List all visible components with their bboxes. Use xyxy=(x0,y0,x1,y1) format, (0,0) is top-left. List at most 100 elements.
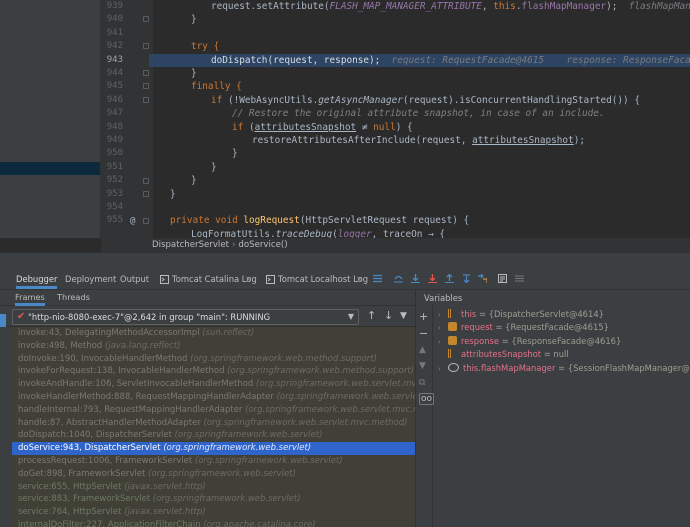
tab-frames[interactable]: Frames xyxy=(15,290,45,306)
frame-package: (org.springframework.web.servlet) xyxy=(152,494,301,505)
move-down-icon[interactable]: ▼ xyxy=(419,361,426,371)
fold-marker[interactable] xyxy=(143,43,149,49)
frame-package: (javax.servlet.http) xyxy=(124,507,206,518)
evaluate-expression-icon[interactable] xyxy=(498,274,507,283)
stack-frame[interactable]: invokeForRequest:138, InvocableHandlerMe… xyxy=(12,365,415,378)
stack-frame[interactable]: handleInternal:793, RequestMappingHandle… xyxy=(12,404,415,417)
line-number: 948 xyxy=(106,121,123,132)
step-out-icon[interactable] xyxy=(445,274,454,283)
variable-row[interactable]: › request = {RequestFacade@4615} xyxy=(438,321,609,334)
code-line-939: request.setAttribute(FLASH_MAP_MANAGER_A… xyxy=(211,1,690,12)
frame-method: doGet:898, FrameworkServlet xyxy=(18,468,146,479)
chevron-right-icon[interactable]: › xyxy=(438,363,448,376)
close-icon[interactable]: × xyxy=(245,269,252,289)
stack-frame[interactable]: internalDoFilter:227, ApplicationFilterC… xyxy=(12,519,415,527)
stack-frame[interactable]: invokeAndHandle:106, ServletInvocableHan… xyxy=(12,378,415,391)
duplicate-icon[interactable]: ⧉ xyxy=(419,378,425,388)
add-watch-icon[interactable]: + xyxy=(419,310,428,323)
show-watches-icon[interactable]: oo xyxy=(419,393,435,405)
frame-method: service:655, HttpServlet xyxy=(18,481,122,492)
breadcrumb-separator: › xyxy=(231,240,236,250)
frame-method: processRequest:1006, FrameworkServlet xyxy=(18,456,193,466)
chevron-right-icon[interactable]: › xyxy=(438,309,448,322)
breadcrumb-class[interactable]: DispatcherServlet xyxy=(152,240,229,250)
chevron-right-icon[interactable]: › xyxy=(438,336,448,349)
tab-debugger[interactable]: Debugger xyxy=(16,269,58,289)
fold-marker[interactable] xyxy=(143,16,149,22)
variable-row[interactable]: › this = {DispatcherServlet@4614} xyxy=(438,308,604,321)
code-line-950: } xyxy=(232,148,238,160)
parameter-icon xyxy=(448,322,457,332)
stack-frame[interactable]: processRequest:1006, FrameworkServlet (o… xyxy=(12,455,415,468)
breadcrumb: DispatcherServlet › doService() xyxy=(101,238,690,252)
force-step-into-icon[interactable] xyxy=(428,274,437,283)
variable-value: = {DispatcherServlet@4614} xyxy=(476,309,604,319)
frame-package: (javax.servlet.http) xyxy=(124,481,206,492)
variable-name: response xyxy=(461,335,500,346)
move-up-icon[interactable]: ▲ xyxy=(419,345,426,355)
trace-icon[interactable] xyxy=(515,274,524,283)
variable-row[interactable]: › response = {ResponseFacade@4616} xyxy=(438,335,621,348)
frame-package: (org.springframework.web.servlet) xyxy=(148,468,296,479)
stack-frame[interactable]: doInvoke:190, InvocableHandlerMethod (or… xyxy=(12,353,415,366)
fold-marker[interactable] xyxy=(143,70,149,76)
stack-frame[interactable]: service:764, HttpServlet (javax.servlet.… xyxy=(12,506,415,519)
stack-frame[interactable]: service:655, HttpServlet (javax.servlet.… xyxy=(12,481,415,494)
thread-selector[interactable]: ✔ "http-nio-8080-exec-7"@2,642 in group … xyxy=(12,309,359,325)
frame-method: service:883, FrameworkServlet xyxy=(18,494,151,505)
tab-deployment[interactable]: Deployment xyxy=(65,269,116,289)
chevron-right-icon[interactable]: › xyxy=(438,322,448,335)
frame-method: invoke:43, DelegatingMethodAccessorImpl xyxy=(18,328,200,338)
variable-row[interactable]: › this.flashMapManager = {SessionFlashMap… xyxy=(438,362,690,375)
fold-marker[interactable] xyxy=(143,83,149,89)
stack-frame[interactable]: handle:87, AbstractHandlerMethodAdapter … xyxy=(12,417,415,430)
menu-icon[interactable] xyxy=(373,274,382,283)
code-line-947: // Restore the original attribute snapsh… xyxy=(232,108,605,120)
tab-tomcat-localhost-log[interactable]: Tomcat Localhost Log xyxy=(278,269,368,289)
fold-marker[interactable] xyxy=(143,97,149,103)
fold-marker[interactable] xyxy=(143,178,149,184)
stack-frame[interactable]: doService:943, DispatcherServlet (org.sp… xyxy=(12,442,415,455)
tool-window-divider[interactable] xyxy=(0,252,690,269)
line-number: 943 xyxy=(106,54,123,65)
line-number: 949 xyxy=(106,135,123,145)
variable-row[interactable]: attributesSnapshot = null xyxy=(438,348,569,361)
stack-frame[interactable]: doDispatch:1040, DispatcherServlet (org.… xyxy=(12,429,415,442)
frame-method: doService:943, DispatcherServlet xyxy=(18,443,161,454)
code-line-949: restoreAttributesAfterInclude(request, a… xyxy=(252,135,586,146)
fold-marker[interactable] xyxy=(143,218,149,224)
stack-frame[interactable]: service:883, FrameworkServlet (org.sprin… xyxy=(12,493,415,506)
filter-icon[interactable]: ▼ xyxy=(400,311,407,321)
debug-toolbar: Debugger Deployment Output Tomcat Catali… xyxy=(0,269,690,290)
stack-frame[interactable]: invoke:43, DelegatingMethodAccessorImpl … xyxy=(12,327,415,340)
run-to-cursor-icon[interactable] xyxy=(478,274,487,283)
frames-panel: Frames Threads ✔ "http-nio-8080-exec-7"@… xyxy=(0,290,415,527)
stack-frame[interactable]: doGet:898, FrameworkServlet (org.springf… xyxy=(12,468,415,481)
remove-watch-icon[interactable]: − xyxy=(419,327,428,340)
override-annotation-icon[interactable]: @ xyxy=(130,216,135,226)
frame-method: handleInternal:793, RequestMappingHandle… xyxy=(18,404,243,415)
tab-threads[interactable]: Threads xyxy=(57,290,90,306)
frame-method: internalDoFilter:227, ApplicationFilterC… xyxy=(18,520,201,527)
frames-list[interactable]: invoke:43, DelegatingMethodAccessorImpl … xyxy=(12,327,415,527)
frame-package: (org.springframework.web.servlet.mvc.met… xyxy=(203,417,408,428)
tab-output[interactable]: Output xyxy=(120,269,149,289)
step-over-icon[interactable] xyxy=(394,274,403,283)
breadcrumb-method[interactable]: doService() xyxy=(238,240,287,250)
frame-package: (sun.reflect) xyxy=(202,328,255,338)
drop-frame-icon[interactable] xyxy=(462,274,471,283)
next-frame-icon[interactable]: ↓ xyxy=(384,309,393,322)
fold-marker[interactable] xyxy=(143,191,149,197)
stack-frame[interactable]: invokeHandlerMethod:888, RequestMappingH… xyxy=(12,391,415,404)
stack-frame[interactable]: invoke:498, Method (java.lang.reflect) xyxy=(12,340,415,353)
previous-frame-icon[interactable]: ↑ xyxy=(367,309,376,322)
step-into-icon[interactable] xyxy=(411,274,420,283)
close-icon[interactable]: × xyxy=(356,269,363,289)
code-line-940: } xyxy=(191,14,197,26)
frame-package: (org.springframework.web.servlet) xyxy=(194,456,343,466)
checkmark-icon: ✔ xyxy=(17,311,26,322)
code-editor[interactable]: 939 940 941 942 943 944 945 946 947 948 949 950 951 9… xyxy=(0,0,690,238)
variables-title: Variables xyxy=(424,293,463,303)
frame-package: (org.apache.catalina.core) xyxy=(203,520,316,527)
frame-method: invokeHandlerMethod:888, RequestMappingH… xyxy=(18,392,274,402)
